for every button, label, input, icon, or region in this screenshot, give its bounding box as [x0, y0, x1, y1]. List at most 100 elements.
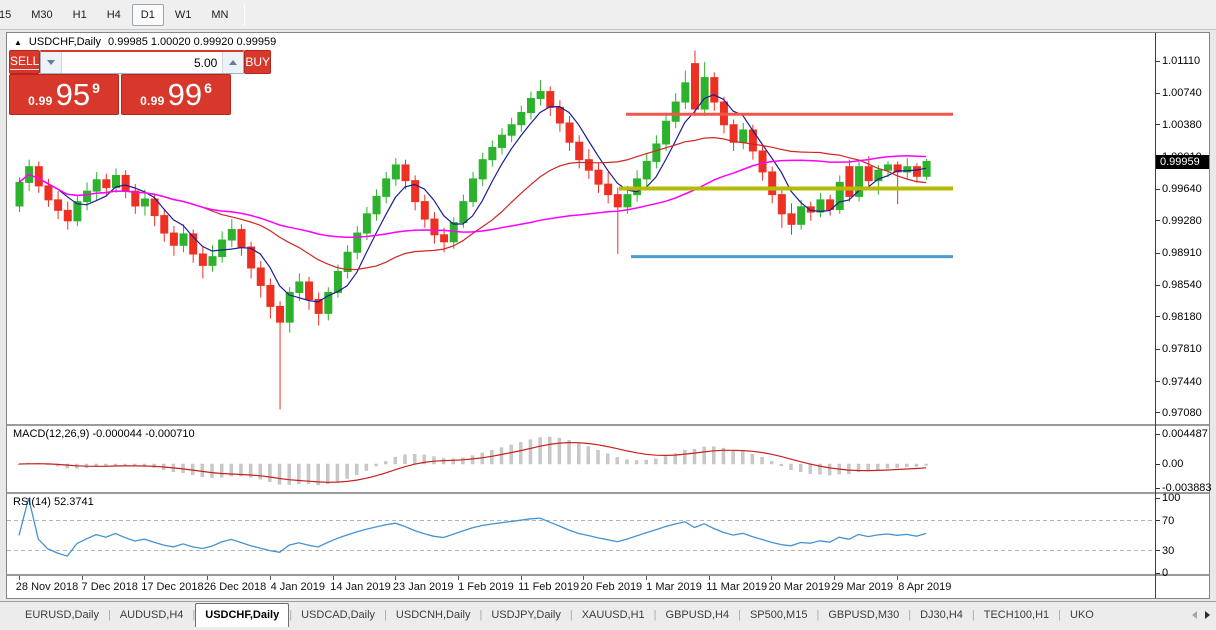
- chart-tab-eurusd-daily[interactable]: EURUSD,Daily: [16, 603, 108, 627]
- date-label: 26 Dec 2018: [204, 581, 266, 593]
- axis-tick-label: 30: [1162, 545, 1174, 558]
- chart-tab-gbpusd-h4[interactable]: GBPUSD,H4: [657, 603, 739, 627]
- date-label: 1 Mar 2019: [646, 581, 702, 593]
- date-label: 7 Dec 2018: [82, 581, 138, 593]
- time-tick-mark: [207, 576, 208, 580]
- timeframe-button-MN[interactable]: MN: [202, 4, 237, 26]
- time-tick-mark: [144, 576, 145, 580]
- time-tick-mark: [897, 576, 898, 580]
- chart-tab-usdcnh-daily[interactable]: USDCNH,Daily: [387, 603, 480, 627]
- chart-tab-xauusd-h1[interactable]: XAUUSD,H1: [573, 603, 654, 627]
- sell-price-button[interactable]: 0.99 95 9: [9, 74, 119, 115]
- current-price-marker: 0.99959: [1156, 155, 1209, 169]
- sell-price-big-digits: 95: [56, 79, 90, 110]
- time-tick-mark: [583, 576, 584, 580]
- volume-spinner: [40, 50, 244, 74]
- axis-tick-mark: [1156, 488, 1160, 489]
- sell-button[interactable]: SELL: [9, 50, 40, 74]
- date-label: 17 Dec 2018: [141, 581, 203, 593]
- chart-plots-column: ▲ USDCHF,Daily 0.99985 1.00020 0.99920 0…: [7, 33, 1155, 598]
- axis-tick-mark: [1156, 550, 1160, 551]
- date-label: 11 Mar 2019: [706, 581, 767, 593]
- timeframe-button-W1[interactable]: W1: [166, 4, 201, 26]
- axis-tick-mark: [1156, 220, 1160, 221]
- volume-increase-button[interactable]: [222, 52, 243, 73]
- date-label: 4 Jan 2019: [271, 581, 325, 593]
- rsi-line: [19, 498, 926, 556]
- sell-button-label: SELL: [10, 54, 39, 70]
- price-axis-column[interactable]: 1.011101.007401.003801.000100.996400.992…: [1155, 33, 1209, 598]
- scroll-left-arrow-icon[interactable]: [1192, 611, 1197, 619]
- timeframe-toolbar: 15M30H1H4D1W1MN: [0, 0, 1216, 30]
- symbol-period-label: USDCHF,Daily: [29, 36, 101, 48]
- rsi-pane[interactable]: RSI(14) 52.3741: [7, 494, 1155, 574]
- macd-label: MACD(12,26,9) -0.000044 -0.000710: [13, 428, 195, 440]
- date-label: 14 Jan 2019: [330, 581, 391, 593]
- scroll-right-arrow-icon[interactable]: [1205, 611, 1210, 619]
- timeframe-button-D1[interactable]: D1: [132, 4, 164, 26]
- sell-price-prefix: 0.99: [28, 94, 53, 108]
- axis-tick-mark: [1156, 285, 1160, 286]
- rsi-axis[interactable]: 10070300: [1156, 494, 1209, 574]
- chart-tab-usdchf-daily[interactable]: USDCHF,Daily: [195, 603, 289, 628]
- chart-header: ▲ USDCHF,Daily 0.99985 1.00020 0.99920 0…: [14, 36, 276, 48]
- volume-decrease-button[interactable]: [41, 52, 62, 73]
- axis-tick-mark: [1156, 520, 1160, 521]
- time-axis[interactable]: 28 Nov 2018 7 Dec 201817 Dec 201826 Dec 2…: [7, 576, 1155, 598]
- timeframe-button-H1[interactable]: H1: [64, 4, 96, 26]
- sell-price-pip-digit: 9: [92, 80, 100, 96]
- axis-tick-label: 0.97810: [1162, 343, 1202, 356]
- axis-tick-mark: [1156, 573, 1160, 574]
- macd-pane[interactable]: MACD(12,26,9) -0.000044 -0.000710: [7, 426, 1155, 492]
- chart-tab-gbpusd-m30[interactable]: GBPUSD,M30: [819, 603, 908, 627]
- date-label: 20 Feb 2019: [580, 581, 642, 593]
- buy-price-prefix: 0.99: [140, 94, 165, 108]
- chart-tab-usdcad-daily[interactable]: USDCAD,Daily: [292, 603, 384, 627]
- axis-tick-label: 0.98540: [1162, 279, 1202, 292]
- axis-corner: [1156, 576, 1209, 598]
- chart-tab-usdjpy-daily[interactable]: USDJPY,Daily: [482, 603, 570, 627]
- axis-tick-label: 0.00: [1162, 458, 1183, 471]
- main-chart-pane[interactable]: ▲ USDCHF,Daily 0.99985 1.00020 0.99920 0…: [7, 33, 1155, 424]
- axis-tick-mark: [1156, 464, 1160, 465]
- axis-tick-mark: [1156, 124, 1160, 125]
- axis-tick-mark: [1156, 498, 1160, 499]
- buy-price-big-digits: 99: [168, 79, 202, 110]
- buy-button[interactable]: BUY: [244, 50, 271, 74]
- buy-price-button[interactable]: 0.99 99 6: [121, 74, 231, 115]
- triangle-down-icon: [47, 60, 55, 65]
- macd-axis[interactable]: 0.0044870.00-0.003883: [1156, 426, 1209, 492]
- trade-controls-row: SELL: [9, 50, 231, 74]
- date-label: 28 Nov 2018: [16, 581, 78, 593]
- collapse-arrow-icon[interactable]: ▲: [14, 38, 22, 47]
- chart-tab-sp500-m15[interactable]: SP500,M15: [741, 603, 816, 627]
- time-tick-mark: [395, 576, 396, 580]
- time-tick-mark: [270, 576, 271, 580]
- chart-tab-audusd-h4[interactable]: AUDUSD,H4: [111, 603, 193, 627]
- date-label: 23 Jan 2019: [393, 581, 454, 593]
- axis-tick-mark: [1156, 253, 1160, 254]
- axis-tick-mark: [1156, 189, 1160, 190]
- volume-input[interactable]: [62, 52, 222, 73]
- axis-tick-label: 70: [1162, 515, 1174, 528]
- mt4-terminal-window: 15M30H1H4D1W1MN ▲ USDCHF,Daily 0.99985 1…: [0, 0, 1216, 630]
- chart-tab-tech100-h1[interactable]: TECH100,H1: [975, 603, 1058, 627]
- time-tick-mark: [333, 576, 334, 580]
- chart-tab-dj30-h4[interactable]: DJ30,H4: [911, 603, 972, 627]
- main-price-axis[interactable]: 1.011101.007401.003801.000100.996400.992…: [1156, 33, 1209, 424]
- toolbar-separator: [244, 4, 245, 26]
- axis-tick-label: 0.98910: [1162, 247, 1202, 260]
- time-tick-mark: [771, 576, 772, 580]
- rsi-indicator-chart: [7, 494, 1155, 574]
- axis-tick-mark: [1156, 412, 1160, 413]
- axis-tick-mark: [1156, 381, 1160, 382]
- buy-button-label: BUY: [245, 55, 270, 69]
- timeframe-button-H4[interactable]: H4: [98, 4, 130, 26]
- axis-tick-label: 0.98180: [1162, 311, 1202, 324]
- timeframe-button-M30[interactable]: M30: [22, 4, 61, 26]
- timeframe-button-15[interactable]: 15: [0, 4, 20, 26]
- chart-tab-uko[interactable]: UKO: [1061, 603, 1103, 627]
- axis-tick-label: 1.00380: [1162, 119, 1202, 132]
- triangle-up-icon: [229, 60, 237, 65]
- axis-tick-mark: [1156, 61, 1160, 62]
